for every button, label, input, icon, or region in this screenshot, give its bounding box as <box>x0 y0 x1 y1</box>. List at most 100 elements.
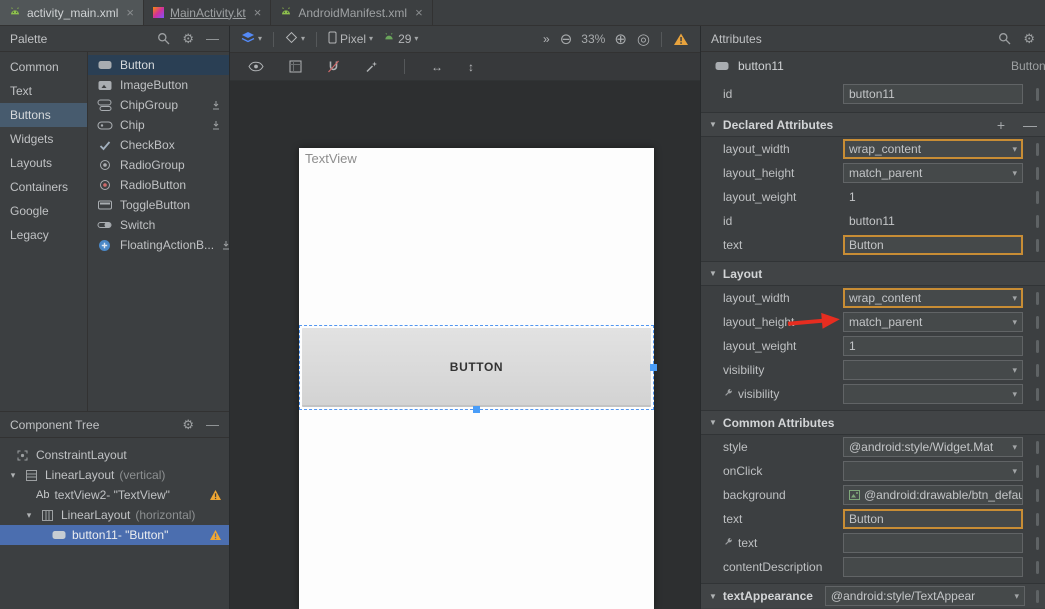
pin-indicator[interactable] <box>1036 88 1039 101</box>
orientation-button[interactable]: ▾ <box>281 29 309 49</box>
tree-item-linearlayout-vertical[interactable]: ▾ LinearLayout (vertical) <box>0 465 229 485</box>
add-attribute-button[interactable]: + <box>997 118 1005 132</box>
button-widget[interactable]: BUTTON <box>302 328 651 407</box>
close-icon[interactable]: × <box>254 6 262 19</box>
tree-item-button11[interactable]: button11- "Button" <box>0 525 229 545</box>
textappearance-dropdown[interactable]: @android:style/TextAppear▾ <box>825 586 1025 606</box>
tree-item-linearlayout-horizontal[interactable]: ▾ LinearLayout (horizontal) <box>0 505 229 525</box>
view-options-button[interactable] <box>244 59 268 74</box>
download-icon[interactable] <box>211 120 221 130</box>
layout-width-dropdown[interactable]: wrap_content▾ <box>843 139 1023 159</box>
category-containers[interactable]: Containers <box>0 175 87 199</box>
layout-width-dropdown[interactable]: wrap_content▾ <box>843 288 1023 308</box>
close-icon[interactable]: × <box>415 6 423 19</box>
infer-constraints-button[interactable] <box>361 58 382 75</box>
pin-indicator[interactable] <box>1036 590 1039 603</box>
resize-handle-right[interactable] <box>650 364 657 371</box>
palette-item-button[interactable]: Button <box>88 55 229 75</box>
layout-weight-input[interactable]: 1 <box>843 336 1023 356</box>
close-icon[interactable]: × <box>126 6 134 19</box>
category-widgets[interactable]: Widgets <box>0 127 87 151</box>
palette-item-checkbox[interactable]: CheckBox <box>88 135 229 155</box>
category-google[interactable]: Google <box>0 199 87 223</box>
overflow-chevrons-button[interactable]: » <box>539 30 554 48</box>
id-input[interactable]: button11 <box>843 84 1023 104</box>
palette-item-togglebutton[interactable]: ToggleButton <box>88 195 229 215</box>
id-value[interactable]: button11 <box>843 214 1023 228</box>
pin-indicator[interactable] <box>1036 513 1039 526</box>
category-text[interactable]: Text <box>0 79 87 103</box>
section-layout[interactable]: ▼ Layout <box>701 261 1045 286</box>
device-artboard[interactable]: TextView BUTTON <box>299 148 654 609</box>
visibility-dropdown[interactable]: ▾ <box>843 360 1023 380</box>
device-selector[interactable]: Pixel ▾ <box>324 29 377 49</box>
download-icon[interactable] <box>221 240 229 250</box>
pin-indicator[interactable] <box>1036 340 1039 353</box>
resize-handle-bottom[interactable] <box>473 406 480 413</box>
layout-height-dropdown[interactable]: match_parent▾ <box>843 312 1023 332</box>
pin-indicator[interactable] <box>1036 316 1039 329</box>
palette-item-floatingactionbutton[interactable]: FloatingActionB... <box>88 235 229 255</box>
design-surface-button[interactable]: ▾ <box>237 29 266 49</box>
category-layouts[interactable]: Layouts <box>0 151 87 175</box>
selection-outline[interactable]: BUTTON <box>299 325 654 410</box>
section-textappearance[interactable]: ▼ textAppearance @android:style/TextAppe… <box>701 583 1045 608</box>
tab-androidmanifest-xml[interactable]: AndroidManifest.xml × <box>271 0 432 25</box>
text-input[interactable]: Button <box>843 235 1023 255</box>
tab-mainactivity-kt[interactable]: MainActivity.kt × <box>144 0 271 25</box>
layout-weight-value[interactable]: 1 <box>843 190 1023 204</box>
layout-height-dropdown[interactable]: match_parent▾ <box>843 163 1023 183</box>
pin-indicator[interactable] <box>1036 489 1039 502</box>
tools-visibility-dropdown[interactable]: ▾ <box>843 384 1023 404</box>
pin-indicator[interactable] <box>1036 388 1039 401</box>
tree-item-constraintlayout[interactable]: ConstraintLayout <box>0 445 229 465</box>
collapse-icon[interactable]: — <box>206 32 219 45</box>
style-dropdown[interactable]: @android:style/Widget.Mat▾ <box>843 437 1023 457</box>
category-legacy[interactable]: Legacy <box>0 223 87 247</box>
palette-item-radiobutton[interactable]: RadioButton <box>88 175 229 195</box>
tools-text-input[interactable] <box>843 533 1023 553</box>
pack-distribute-button[interactable]: ↕ <box>464 58 478 76</box>
pin-indicator[interactable] <box>1036 537 1039 550</box>
pin-indicator[interactable] <box>1036 465 1039 478</box>
gear-icon[interactable]: ⚙ <box>182 32 194 45</box>
palette-item-radiogroup[interactable]: RadioGroup <box>88 155 229 175</box>
chevron-down-icon[interactable]: ▾ <box>8 470 18 481</box>
category-common[interactable]: Common <box>0 55 87 79</box>
category-buttons[interactable]: Buttons <box>0 103 87 127</box>
pin-indicator[interactable] <box>1036 292 1039 305</box>
chevron-down-icon[interactable]: ▾ <box>24 510 34 521</box>
autoconnect-toggle-button[interactable] <box>323 58 344 75</box>
gear-icon[interactable]: ⚙ <box>182 418 194 431</box>
pin-indicator[interactable] <box>1036 191 1039 204</box>
palette-item-chipgroup[interactable]: ChipGroup <box>88 95 229 115</box>
search-icon[interactable] <box>157 32 170 45</box>
onclick-dropdown[interactable]: ▾ <box>843 461 1023 481</box>
default-margins-button[interactable]: ↔ <box>427 58 447 76</box>
pin-indicator[interactable] <box>1036 167 1039 180</box>
zoom-out-button[interactable]: ⊖ <box>556 30 577 49</box>
background-input[interactable]: @android:drawable/btn_defau <box>843 485 1023 505</box>
download-icon[interactable] <box>211 100 221 110</box>
api-level-selector[interactable]: 29 ▾ <box>379 30 422 48</box>
gear-icon[interactable]: ⚙ <box>1023 32 1035 45</box>
pin-indicator[interactable] <box>1036 143 1039 156</box>
remove-attribute-button[interactable]: — <box>1023 118 1037 132</box>
text-input[interactable]: Button <box>843 509 1023 529</box>
contentdescription-input[interactable] <box>843 557 1023 577</box>
section-common-attributes[interactable]: ▼ Common Attributes <box>701 410 1045 435</box>
pin-indicator[interactable] <box>1036 441 1039 454</box>
pin-indicator[interactable] <box>1036 215 1039 228</box>
pin-indicator[interactable] <box>1036 364 1039 377</box>
palette-item-chip[interactable]: Chip <box>88 115 229 135</box>
pin-indicator[interactable] <box>1036 561 1039 574</box>
warnings-button[interactable] <box>669 30 693 48</box>
palette-item-switch[interactable]: Switch <box>88 215 229 235</box>
select-design-surface-button[interactable] <box>285 58 306 75</box>
zoom-in-button[interactable]: ⊕ <box>610 30 631 49</box>
tree-item-textview2[interactable]: Ab textView2- "TextView" <box>0 485 229 505</box>
pin-indicator[interactable] <box>1036 239 1039 252</box>
collapse-icon[interactable]: — <box>206 418 219 431</box>
zoom-fit-button[interactable]: ◎ <box>633 30 654 49</box>
section-declared-attributes[interactable]: ▼ Declared Attributes + — <box>701 112 1045 137</box>
